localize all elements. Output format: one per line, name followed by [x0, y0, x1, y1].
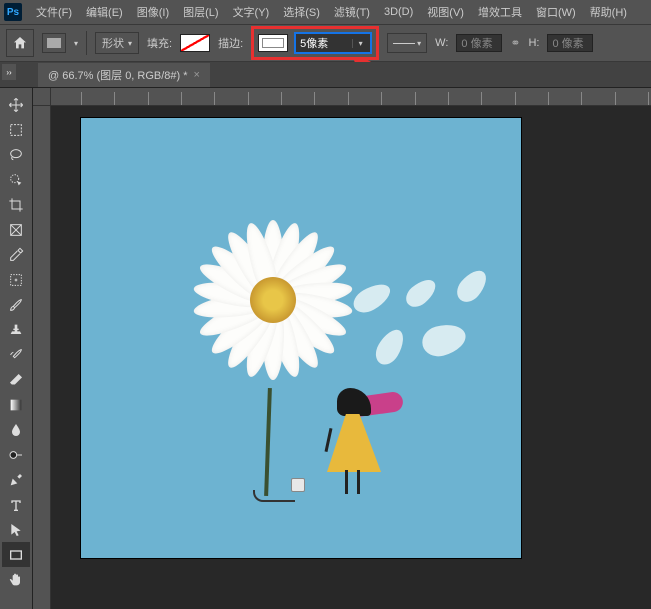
chevron-down-icon[interactable]: ▾	[74, 39, 78, 48]
document-canvas[interactable]	[81, 118, 521, 558]
fill-color-swatch[interactable]	[180, 34, 210, 52]
chevron-down-icon: ▾	[417, 39, 421, 48]
type-tool[interactable]	[2, 492, 30, 517]
menu-plugins[interactable]: 增效工具	[472, 2, 528, 22]
blur-tool[interactable]	[2, 417, 30, 442]
stroke-color-swatch[interactable]	[258, 34, 288, 52]
illustration-plug	[291, 478, 305, 492]
hand-tool[interactable]	[2, 567, 30, 592]
quick-select-tool[interactable]	[2, 167, 30, 192]
app-logo: Ps	[4, 3, 22, 21]
tools-panel	[0, 88, 33, 609]
menu-image[interactable]: 图像(I)	[131, 2, 175, 22]
menu-edit[interactable]: 编辑(E)	[80, 2, 129, 22]
frame-tool[interactable]	[2, 217, 30, 242]
stroke-label: 描边:	[218, 35, 243, 51]
menu-layer[interactable]: 图层(L)	[177, 2, 224, 22]
height-input[interactable]	[547, 34, 593, 52]
flower-center	[250, 277, 296, 323]
illustration-petal	[402, 274, 441, 311]
stroke-width-input[interactable]: ▾	[294, 32, 372, 54]
menubar: Ps 文件(F) 编辑(E) 图像(I) 图层(L) 文字(Y) 选择(S) 滤…	[0, 0, 651, 24]
rectangle-tool[interactable]	[2, 542, 30, 567]
home-button[interactable]	[6, 29, 34, 57]
canvas-area[interactable]: 0501001502002503003504004505005506006507…	[33, 88, 651, 609]
chevron-down-icon[interactable]: ▾	[352, 39, 368, 48]
menu-3d[interactable]: 3D(D)	[378, 4, 419, 20]
menu-window[interactable]: 窗口(W)	[530, 2, 582, 22]
canvas-image	[81, 118, 521, 558]
dodge-tool[interactable]	[2, 442, 30, 467]
rect-icon	[47, 38, 61, 48]
shape-mode-select[interactable]: 形状 ▾	[95, 32, 139, 54]
width-input[interactable]	[456, 34, 502, 52]
chevron-down-icon: ▾	[128, 39, 132, 48]
clone-stamp-tool[interactable]	[2, 317, 30, 342]
document-tab[interactable]: @ 66.7% (图层 0, RGB/8#) * ×	[38, 63, 210, 87]
height-label: H:	[528, 37, 539, 49]
stroke-width-field[interactable]	[296, 37, 352, 49]
illustration-petal	[419, 320, 469, 360]
close-tab-button[interactable]: ×	[194, 69, 200, 81]
mode-label: 形状	[102, 35, 124, 51]
history-brush-tool[interactable]	[2, 342, 30, 367]
separator	[86, 31, 87, 55]
illustration-petal	[452, 265, 492, 307]
healing-tool[interactable]	[2, 267, 30, 292]
menu-type[interactable]: 文字(Y)	[227, 2, 276, 22]
eraser-tool[interactable]	[2, 367, 30, 392]
move-tool[interactable]	[2, 92, 30, 117]
options-bar: ▾ 形状 ▾ 填充: 描边: ▾ ▾ W: ⚭ H:	[0, 24, 651, 62]
menu-help[interactable]: 帮助(H)	[584, 2, 633, 22]
illustration-stem	[264, 388, 272, 496]
menu-file[interactable]: 文件(F)	[30, 2, 78, 22]
document-tab-bar: ›› @ 66.7% (图层 0, RGB/8#) * ×	[0, 62, 651, 88]
illustration-flower	[173, 200, 373, 400]
menu-filter[interactable]: 滤镜(T)	[328, 2, 376, 22]
pen-tool[interactable]	[2, 467, 30, 492]
path-select-tool[interactable]	[2, 517, 30, 542]
eyedropper-tool[interactable]	[2, 242, 30, 267]
stroke-highlight-annotation: ▾	[251, 26, 379, 60]
expand-panels-button[interactable]: ››	[2, 64, 16, 80]
brush-tool[interactable]	[2, 292, 30, 317]
main-area: 0501001502002503003504004505005506006507…	[0, 88, 651, 609]
illustration-cord	[253, 490, 295, 502]
illustration-petal	[371, 325, 409, 369]
solid-line-icon	[393, 43, 415, 44]
menu-select[interactable]: 选择(S)	[277, 2, 326, 22]
crop-tool[interactable]	[2, 192, 30, 217]
menu-view[interactable]: 视图(V)	[421, 2, 470, 22]
width-label: W:	[435, 37, 448, 49]
ruler-origin[interactable]	[33, 88, 51, 106]
illustration-character	[323, 388, 393, 508]
tool-preset-picker[interactable]	[42, 33, 66, 53]
marquee-tool[interactable]	[2, 117, 30, 142]
link-icon[interactable]: ⚭	[510, 36, 520, 50]
document-title: @ 66.7% (图层 0, RGB/8#) *	[48, 67, 188, 83]
gradient-tool[interactable]	[2, 392, 30, 417]
vertical-ruler[interactable]	[33, 106, 51, 609]
fill-label: 填充:	[147, 35, 172, 51]
horizontal-ruler[interactable]: 0501001502002503003504004505005506006507…	[51, 88, 651, 106]
stroke-style-picker[interactable]: ▾	[387, 33, 427, 53]
lasso-tool[interactable]	[2, 142, 30, 167]
